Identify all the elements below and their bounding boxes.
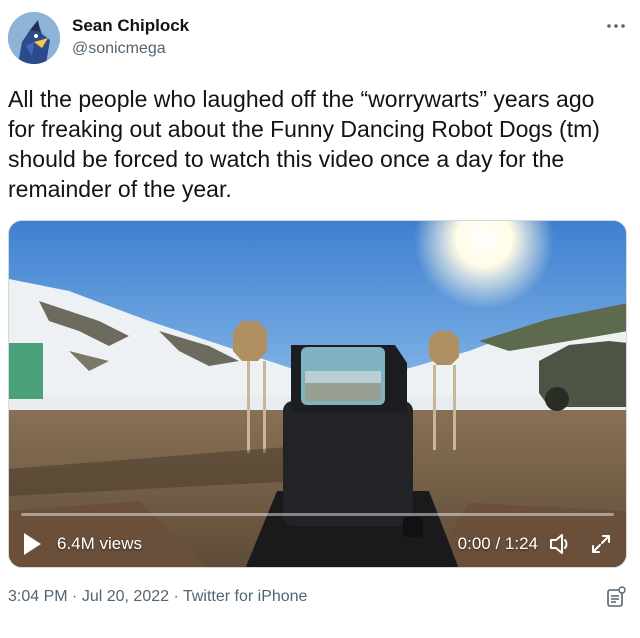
fullscreen-icon bbox=[592, 535, 610, 553]
meta-separator: · bbox=[173, 588, 179, 605]
more-options-button[interactable] bbox=[604, 16, 628, 36]
play-button[interactable] bbox=[21, 531, 43, 557]
tweet-time[interactable]: 3:04 PM bbox=[8, 588, 68, 605]
fullscreen-button[interactable] bbox=[588, 531, 614, 557]
meta-separator: · bbox=[72, 588, 78, 605]
tweet-text: All the people who laughed off the “worr… bbox=[8, 86, 600, 202]
view-count: 6.4M views bbox=[57, 534, 143, 553]
play-icon bbox=[24, 533, 41, 555]
video-player[interactable]: 6.4M views 0:00 / 1:24 bbox=[8, 220, 627, 568]
volume-icon bbox=[550, 534, 568, 554]
avatar-image bbox=[8, 12, 60, 64]
author-name[interactable]: Sean Chiplock bbox=[72, 16, 189, 36]
author-handle[interactable]: @sonicmega bbox=[72, 40, 166, 58]
avatar[interactable] bbox=[8, 12, 60, 64]
volume-button[interactable] bbox=[548, 531, 574, 557]
analytics-button[interactable] bbox=[606, 586, 626, 608]
more-horizontal-icon bbox=[607, 24, 625, 28]
analytics-icon bbox=[607, 586, 626, 607]
tweet-meta: 3:04 PM · Jul 20, 2022 · Twitter for iPh… bbox=[8, 588, 307, 606]
video-time: 0:00 / 1:24 bbox=[457, 534, 538, 553]
video-progress-bar[interactable] bbox=[21, 513, 614, 516]
tweet-date[interactable]: Jul 20, 2022 bbox=[82, 588, 169, 605]
tweet-source[interactable]: Twitter for iPhone bbox=[183, 588, 308, 605]
